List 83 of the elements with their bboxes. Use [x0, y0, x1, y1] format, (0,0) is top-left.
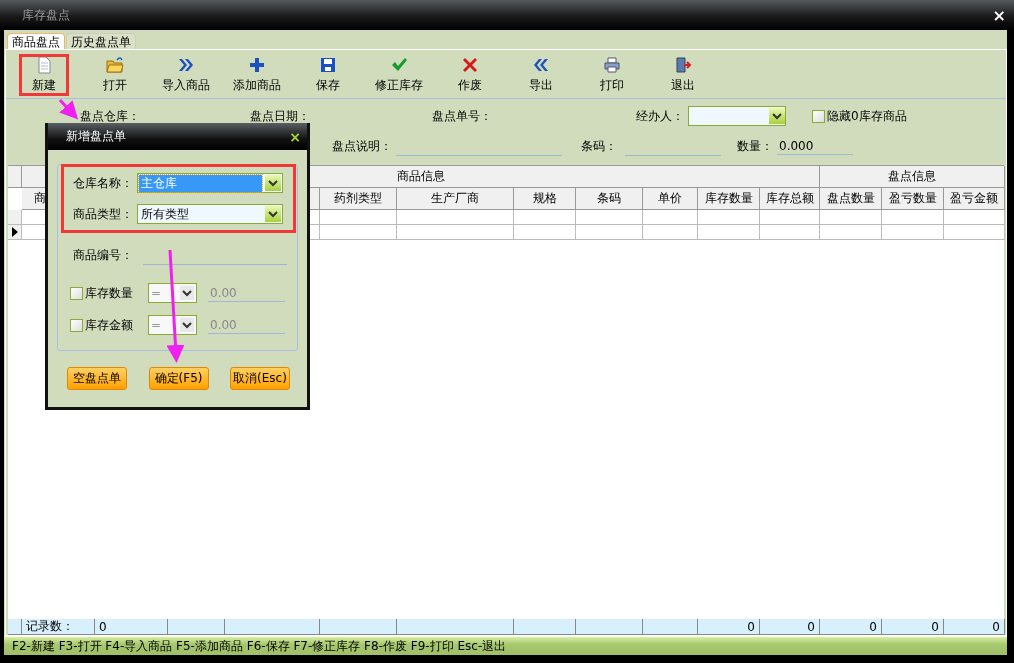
footer-cell: 0	[95, 619, 168, 635]
column-header[interactable]: 单价	[643, 188, 698, 210]
dialog-title: 新增盘点单	[66, 128, 126, 145]
footer-cell	[514, 619, 576, 635]
field-label: 条码：	[581, 137, 617, 155]
folder-icon	[105, 56, 124, 74]
field-label: 商品编号：	[73, 246, 133, 264]
toolbar-button[interactable]: 导出	[505, 54, 576, 96]
table-cell	[643, 210, 698, 225]
table-cell	[514, 210, 576, 225]
column-header[interactable]: 生产厂商	[397, 188, 514, 210]
exit-door-icon	[673, 56, 692, 74]
close-button[interactable]: ×	[289, 128, 301, 145]
window-title: 库存盘点	[22, 6, 70, 24]
document-icon	[35, 56, 53, 74]
row-header[interactable]	[8, 225, 22, 240]
toolbar-button[interactable]: 作废	[434, 54, 505, 96]
toolbar-button[interactable]: 修正库存	[363, 54, 434, 96]
hide-zero-checkbox[interactable]: 隐藏0库存商品	[812, 107, 907, 125]
table-cell	[643, 225, 698, 240]
field-label: 经办人：	[636, 107, 684, 125]
handler-dropdown[interactable]	[688, 106, 786, 126]
field-label: 盘点说明：	[332, 137, 392, 155]
table-cell	[820, 210, 882, 225]
field-label: 商品类型：	[73, 205, 133, 223]
shortcut-hint: F2-新建 F3-打开 F4-导入商品 F5-添加商品 F6-保存 F7-修正库存 F8-作废 F9-打印 Esc-退出	[12, 637, 507, 655]
column-header[interactable]: 盈亏数量	[882, 188, 944, 210]
row-pointer-icon	[11, 227, 18, 237]
toolbar-button[interactable]: 新建	[19, 54, 69, 96]
table-cell	[514, 225, 576, 240]
toolbar-button[interactable]: 打开	[79, 54, 150, 96]
toolbar-button[interactable]: 保存	[292, 54, 363, 96]
table-cell	[576, 210, 643, 225]
toolbar-button[interactable]: 打印	[576, 54, 647, 96]
chevron-down-icon	[268, 178, 278, 188]
dropdown[interactable]: 所有类型	[137, 204, 283, 224]
toolbar-button[interactable]: 退出	[647, 54, 718, 96]
toolbar-button[interactable]: 导入商品	[150, 54, 221, 96]
dialog-button[interactable]: 取消(Esc)	[230, 367, 290, 390]
table-cell	[698, 210, 760, 225]
footer-cell	[168, 619, 225, 635]
column-header[interactable]: 规格	[514, 188, 576, 210]
quantity-field[interactable]: 0.000	[777, 137, 853, 155]
chevron-down-icon	[182, 320, 192, 330]
table-cell	[820, 225, 882, 240]
dialog-button[interactable]: 空盘点单	[67, 367, 127, 390]
dialog-button[interactable]: 确定(F5)	[148, 367, 209, 390]
column-header[interactable]: 库存总额	[760, 188, 820, 210]
table-cell	[882, 210, 944, 225]
table-cell	[760, 210, 820, 225]
column-header[interactable]: 盘点数量	[820, 188, 882, 210]
toolbar-button[interactable]: 添加商品	[221, 54, 292, 96]
footer-cell: 记录数：	[22, 619, 95, 635]
footer-cell	[643, 619, 698, 635]
column-header[interactable]: 药剂类型	[320, 188, 397, 210]
double-chevron-left-icon	[531, 56, 550, 74]
table-cell	[882, 225, 944, 240]
field-label: 盘点单号：	[432, 107, 492, 125]
footer-cell: 0	[698, 619, 760, 635]
table-cell	[760, 225, 820, 240]
footer-cell: 0	[760, 619, 820, 635]
column-group-header: 盘点信息	[820, 166, 1005, 188]
column-header[interactable]: 条码	[576, 188, 643, 210]
column-header[interactable]: 库存数量	[698, 188, 760, 210]
footer-cell: 0	[882, 619, 944, 635]
footer-cell: 0	[944, 619, 1005, 635]
chevron-down-icon	[772, 111, 782, 121]
row-header	[8, 619, 22, 635]
footer-cell	[576, 619, 643, 635]
field-label: 数量：	[737, 137, 773, 155]
table-cell	[698, 225, 760, 240]
chevron-down-icon	[268, 209, 278, 219]
column-header[interactable]: 盈亏金额	[944, 188, 1005, 210]
field-label: 盘点日期：	[250, 107, 310, 125]
close-button[interactable]: ×	[992, 5, 1006, 25]
footer-cell: 0	[820, 619, 882, 635]
table-cell	[576, 225, 643, 240]
double-chevron-right-icon	[176, 56, 195, 74]
printer-icon	[602, 56, 621, 74]
plus-icon	[247, 56, 266, 74]
field-label: 盘点仓库：	[80, 107, 140, 125]
chevron-down-icon	[182, 288, 192, 298]
annotation-arrow	[58, 99, 79, 120]
